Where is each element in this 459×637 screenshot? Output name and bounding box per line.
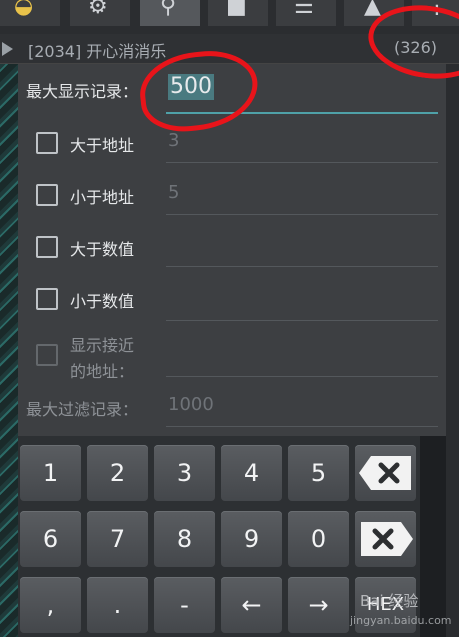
max-filter-underline [166,426,438,427]
camera-button[interactable]: ■ [208,0,268,26]
app-icon-button[interactable]: ◒ [0,0,60,26]
greater-value-label: 大于数值 [70,240,135,259]
greater-address-checkbox[interactable] [36,132,58,154]
less-address-input[interactable]: 5 [168,182,179,203]
key-3[interactable]: 3 [154,445,215,501]
less-address-label: 小于地址 [70,188,135,207]
clear-key[interactable] [355,511,416,567]
greater-value-checkbox[interactable] [36,236,58,258]
key-7[interactable]: 7 [87,511,148,567]
results-scroll-strip [446,64,459,637]
play-icon[interactable] [2,42,13,56]
key-1[interactable]: 1 [20,445,81,501]
max-display-label: 最大显示记录： [26,82,139,101]
backspace-key[interactable] [355,445,416,501]
key-left-arrow[interactable]: ← [221,577,282,633]
less-address-underline [166,214,438,215]
app-icon: ◒ [14,0,34,19]
key-4[interactable]: 4 [221,445,282,501]
key-comma[interactable]: , [20,577,81,633]
key-6[interactable]: 6 [20,511,81,567]
baidu-watermark: Bai 经验 [360,592,419,610]
key-minus[interactable]: - [154,577,215,633]
baidu-watermark-url: jingyan.baidu.com [350,614,452,627]
search-button[interactable]: ⚲ [140,0,200,26]
key-2[interactable]: 2 [87,445,148,501]
less-value-label: 小于数值 [70,292,135,311]
greater-address-label: 大于地址 [70,136,135,155]
filter-dialog: 最大显示记录： 500 大于地址 3 小于地址 5 大于数值 小于数值 显示接近… [18,64,446,436]
clear-icon [361,522,413,556]
less-value-checkbox[interactable] [36,288,58,310]
less-value-underline [166,320,438,321]
show-near-underline [166,376,438,377]
key-9[interactable]: 9 [221,511,282,567]
show-near-address-checkbox[interactable] [36,344,58,366]
greater-address-underline [166,162,438,163]
camera-icon: ■ [226,0,247,19]
greater-address-input[interactable]: 3 [168,130,179,151]
key-8[interactable]: 8 [154,511,215,567]
process-title: [2034] 开心消消乐 [28,42,167,61]
results-list-strip [0,64,18,637]
list-icon: ☰ [294,0,314,19]
key-0[interactable]: 0 [288,511,349,567]
show-near-label-line2: 的地址： [70,362,135,381]
max-filter-label: 最大过滤记录： [26,400,139,419]
greater-value-underline [166,266,438,267]
screen: ◒ ⚙ ⚲ ■ ☰ ▲ ⋮ [2034] 开心消消乐 (326) 最大显示记录：… [0,0,459,637]
max-filter-input[interactable]: 1000 [168,394,214,415]
list-button[interactable]: ☰ [276,0,336,26]
backspace-icon [359,456,411,490]
settings-gear-icon: ⚙ [88,0,108,19]
key-right-arrow[interactable]: → [288,577,349,633]
settings-button[interactable]: ⚙ [70,0,130,26]
key-5[interactable]: 5 [288,445,349,501]
search-icon: ⚲ [160,0,177,19]
less-address-checkbox[interactable] [36,184,58,206]
key-dot[interactable]: . [87,577,148,633]
show-near-label-line1: 显示接近 [70,336,135,355]
